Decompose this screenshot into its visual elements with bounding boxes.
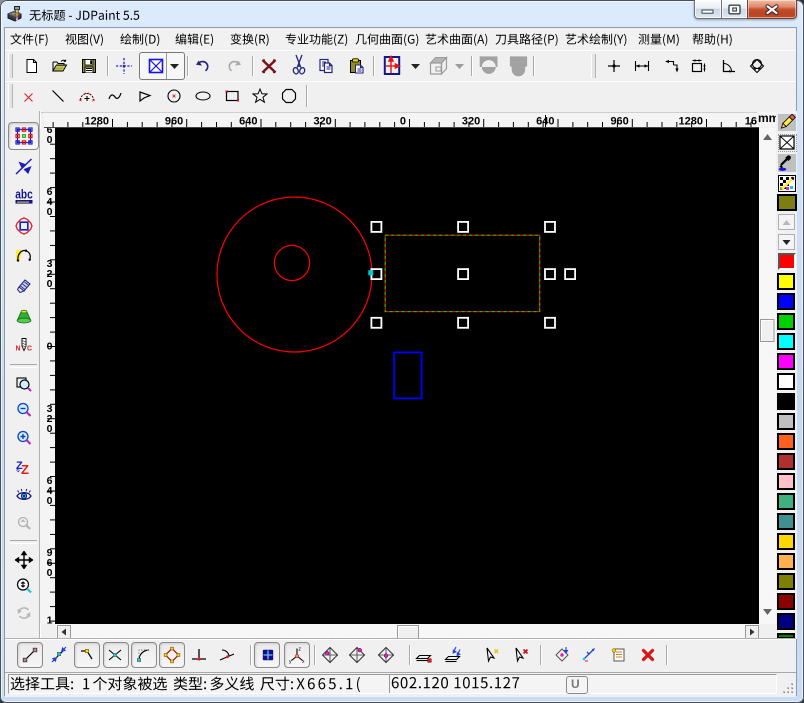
svg-text:0: 0 — [47, 567, 53, 579]
svg-text:1280: 1280 — [679, 116, 703, 128]
svg-text:0: 0 — [47, 423, 53, 435]
svg-text:z: z — [299, 646, 302, 652]
svg-text:640: 640 — [239, 116, 257, 128]
svg-text:Z: Z — [21, 462, 29, 476]
svg-text:16: 16 — [745, 116, 757, 128]
svg-text:0: 0 — [47, 495, 53, 507]
svg-text:abc: abc — [15, 187, 33, 202]
svg-text:C: C — [27, 346, 32, 353]
svg-text:960: 960 — [610, 116, 628, 128]
svg-text:1280: 1280 — [85, 116, 109, 128]
svg-text:0: 0 — [47, 206, 53, 218]
svg-text:x: x — [302, 659, 305, 664]
svg-text:0: 0 — [47, 134, 53, 146]
svg-text:1: 1 — [47, 615, 53, 625]
svg-text:0: 0 — [400, 116, 406, 128]
svg-text:N: N — [15, 346, 20, 353]
svg-text:960: 960 — [165, 116, 183, 128]
svg-text:0: 0 — [47, 278, 53, 290]
svg-text:0: 0 — [47, 341, 53, 353]
svg-text:320: 320 — [313, 116, 331, 128]
svg-text:320: 320 — [462, 116, 480, 128]
